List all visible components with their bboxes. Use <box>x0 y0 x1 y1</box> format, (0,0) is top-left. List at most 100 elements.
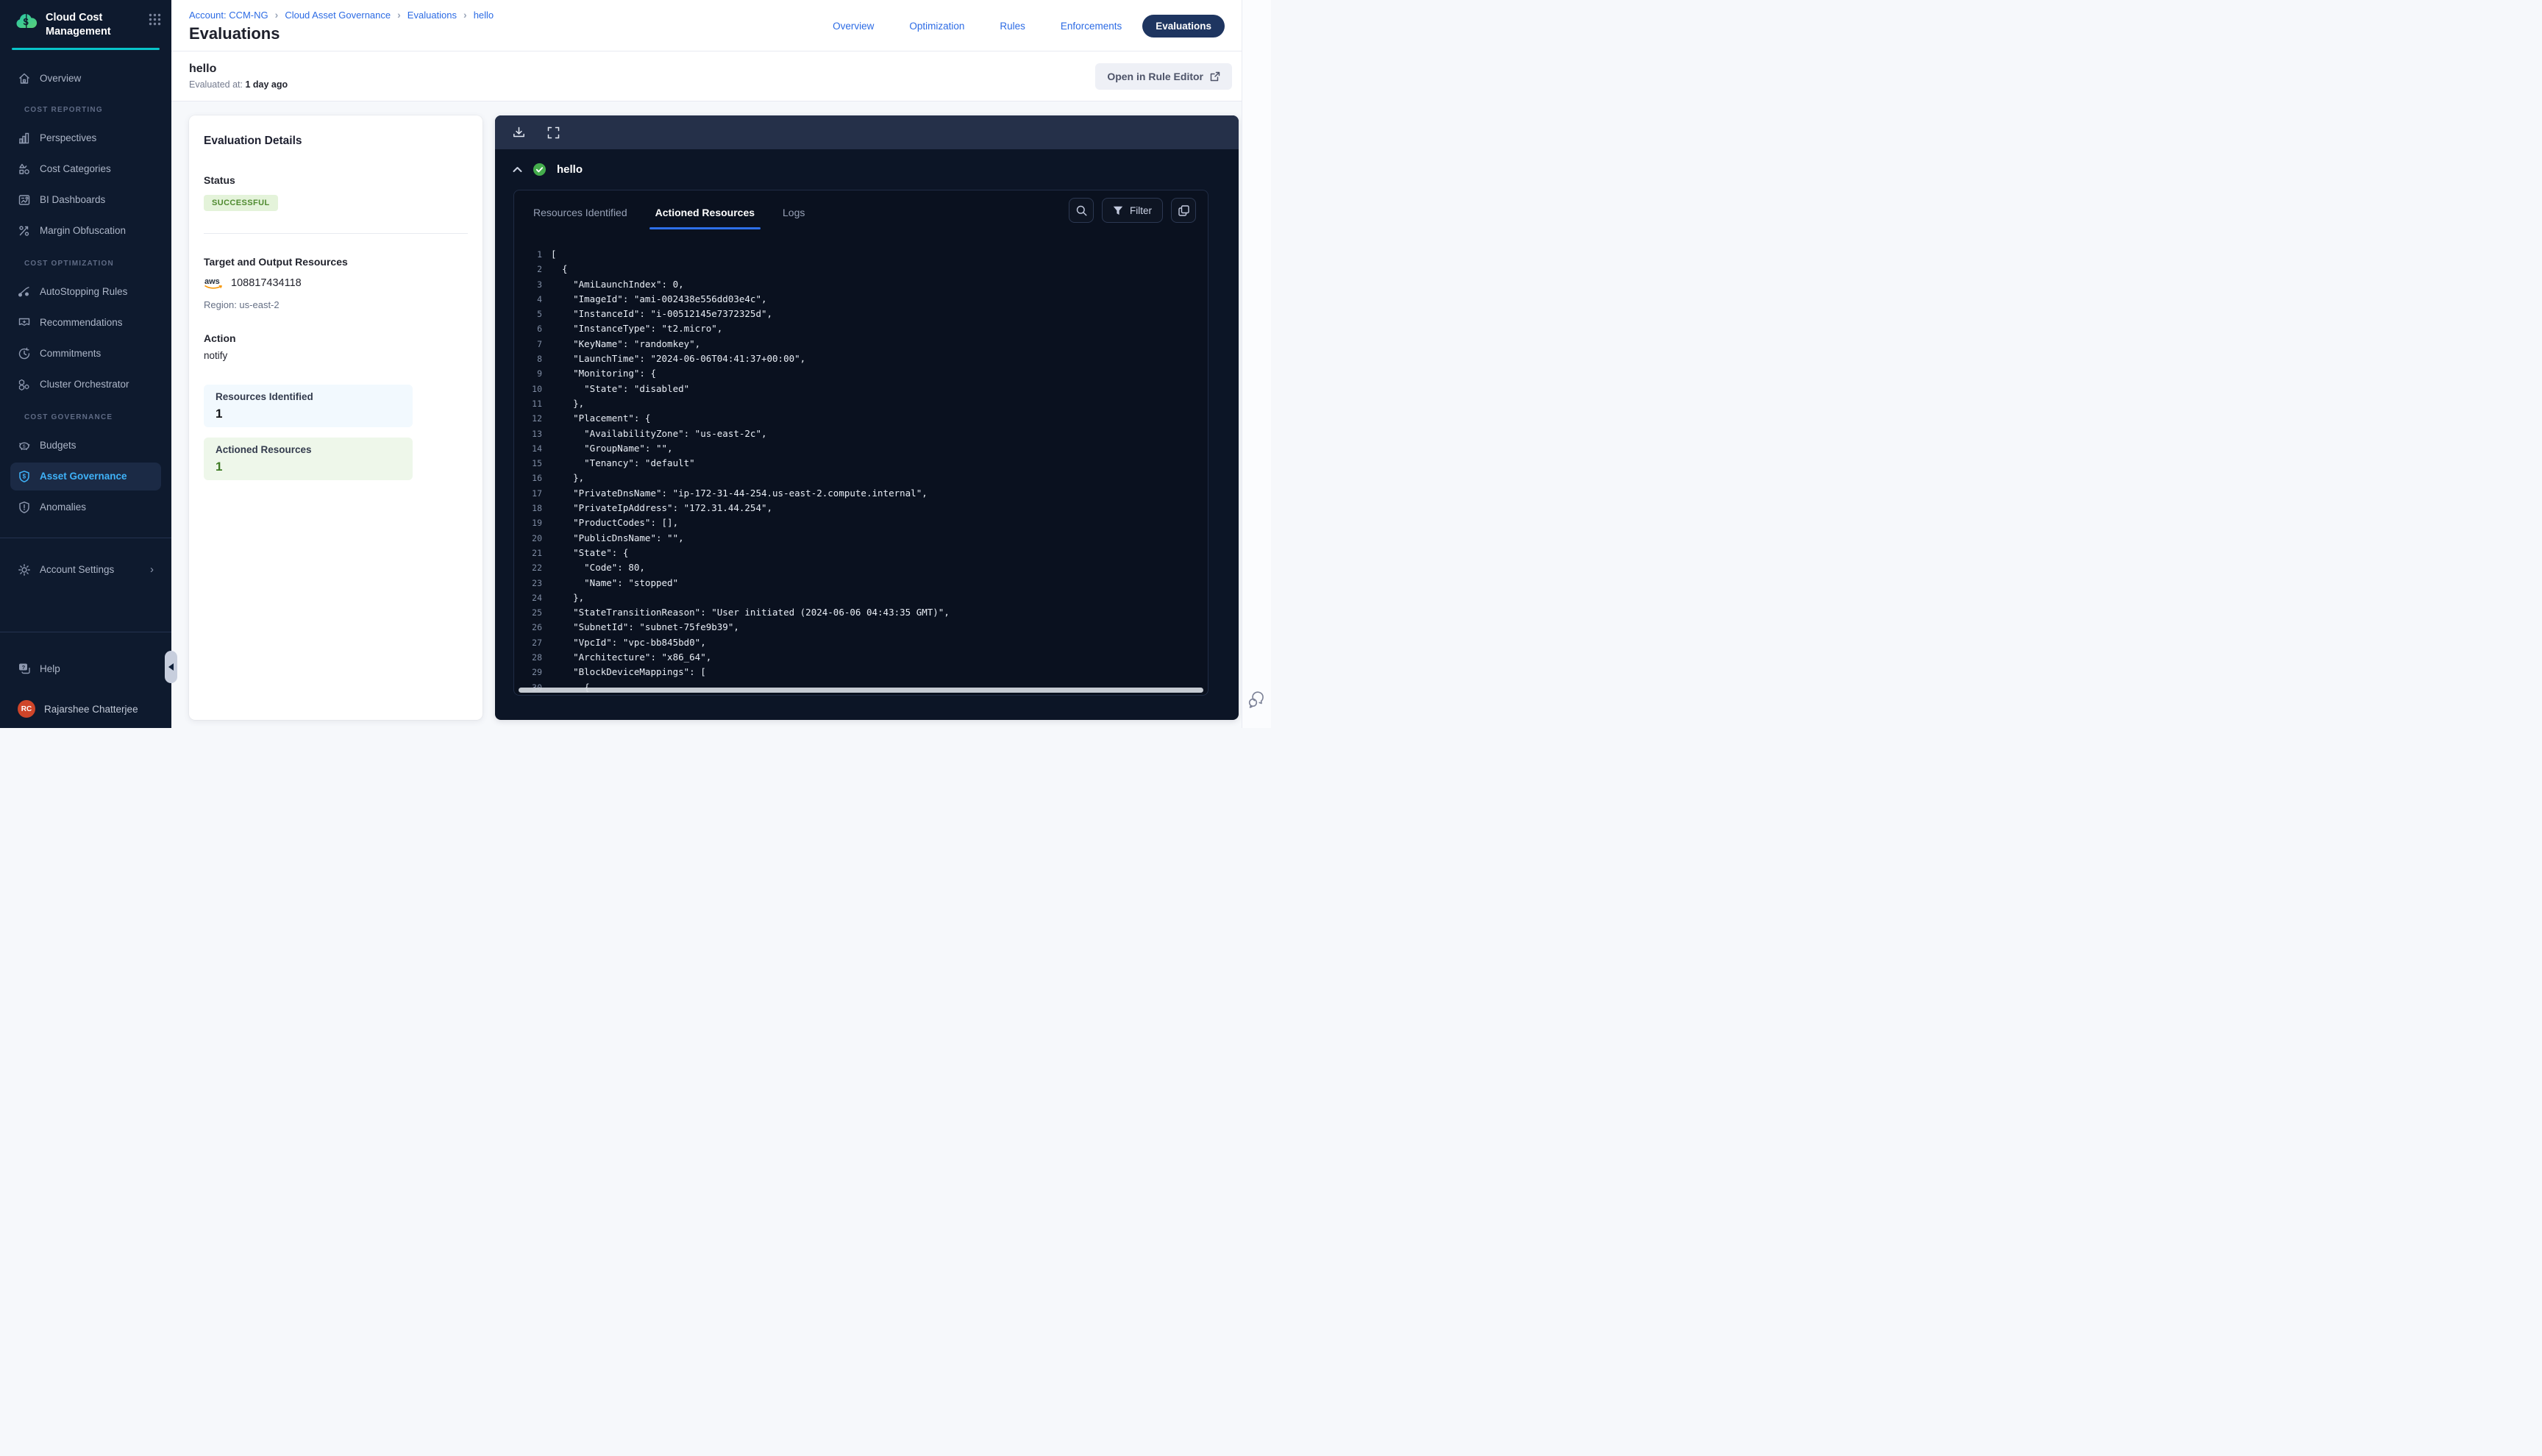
sidebar-section-cost-reporting: COST REPORTING <box>24 106 171 114</box>
sidebar-item-cost-categories[interactable]: Cost Categories <box>10 155 161 183</box>
sidebar-item-commitments[interactable]: Commitments <box>10 340 161 368</box>
code-line: 19 "ProductCodes": [], <box>514 515 1208 530</box>
code-text: "PrivateDnsName": "ip-172-31-44-254.us-e… <box>551 486 928 501</box>
copy-icon[interactable] <box>1171 198 1196 223</box>
user-menu[interactable]: RC Rajarshee Chatterjee <box>10 697 161 721</box>
code-line: 13 "AvailabilityZone": "us-east-2c", <box>514 427 1208 441</box>
sidebar-item-asset-governance[interactable]: $ Asset Governance <box>10 463 161 490</box>
horizontal-scrollbar[interactable] <box>519 688 1203 693</box>
sidebar-collapse-handle[interactable] <box>165 651 177 683</box>
collapse-arrow-icon <box>168 663 174 671</box>
dashboard-image-icon <box>18 193 31 207</box>
target-resource-row: aws 108817434118 <box>204 276 468 290</box>
line-number: 12 <box>514 411 551 426</box>
open-in-rule-editor-button[interactable]: Open in Rule Editor <box>1095 63 1232 90</box>
sidebar-item-perspectives[interactable]: Perspectives <box>10 124 161 152</box>
module-accent-rule <box>12 48 160 50</box>
code-line: 4 "ImageId": "ami-002438e556dd03e4c", <box>514 292 1208 307</box>
header-nav-tab[interactable]: Overview <box>833 21 874 32</box>
code-text: "Name": "stopped" <box>551 576 678 590</box>
code-line: 14 "GroupName": "", <box>514 441 1208 456</box>
header-nav-tab[interactable]: Enforcements <box>1061 21 1122 32</box>
code-text: "AmiLaunchIndex": 0, <box>551 277 684 292</box>
code-line: 9 "Monitoring": { <box>514 366 1208 381</box>
chevron-up-icon[interactable] <box>513 166 522 173</box>
sidebar-item-anomalies[interactable]: Anomalies <box>10 493 161 521</box>
sidebar-item-account-settings[interactable]: Account Settings › <box>10 556 161 584</box>
download-icon[interactable] <box>513 126 525 139</box>
cluster-hexagons-icon <box>18 378 31 391</box>
evaluation-row-name: hello <box>557 163 583 176</box>
viewer-tabs: Resources Identified Actioned Resources … <box>533 198 805 229</box>
line-number: 19 <box>514 515 551 530</box>
line-number: 6 <box>514 321 551 336</box>
svg-text:$: $ <box>23 473 26 479</box>
sidebar-item-label: Cluster Orchestrator <box>40 379 129 390</box>
code-line: 18 "PrivateIpAddress": "172.31.44.254", <box>514 501 1208 515</box>
header-nav: Overview Optimization Rules Enforcements… <box>833 0 1242 51</box>
code-text: }, <box>551 590 584 605</box>
sidebar-item-recommendations[interactable]: Recommendations <box>10 309 161 337</box>
sidebar-item-autostopping-rules[interactable]: AutoStopping Rules <box>10 278 161 306</box>
action-value: notify <box>204 350 468 361</box>
sidebar-item-label: Commitments <box>40 348 101 359</box>
sidebar-item-bi-dashboards[interactable]: BI Dashboards <box>10 186 161 214</box>
viewer-tab[interactable]: Resources Identified <box>533 198 627 229</box>
sidebar-item-margin-obfuscation[interactable]: Margin Obfuscation <box>10 217 161 245</box>
viewer-toolbar <box>495 115 1239 149</box>
code-editor[interactable]: 1 [ 2 { 3 "AmiLaunchIndex": 0, 4 "ImageI… <box>514 229 1208 695</box>
breadcrumb-link[interactable]: hello <box>474 10 494 21</box>
code-text: { <box>551 262 568 276</box>
code-line: 12 "Placement": { <box>514 411 1208 426</box>
line-number: 4 <box>514 292 551 307</box>
module-grid-icon[interactable] <box>149 13 161 26</box>
sidebar-item-budgets[interactable]: $ Budgets <box>10 432 161 460</box>
breadcrumb-link[interactable]: Account: CCM-NG <box>189 10 268 21</box>
code-text: }, <box>551 471 584 485</box>
sidebar-item-label: Margin Obfuscation <box>40 225 126 236</box>
viewer-tab[interactable]: Logs <box>783 198 805 229</box>
evaluation-name: hello <box>189 63 288 76</box>
sidebar-item-help[interactable]: ? Help <box>10 654 161 682</box>
code-text: "ImageId": "ami-002438e556dd03e4c", <box>551 292 767 307</box>
viewer-tab[interactable]: Actioned Resources <box>655 198 755 229</box>
search-icon[interactable] <box>1069 198 1094 223</box>
code-line: 2 { <box>514 262 1208 276</box>
code-text: "PublicDnsName": "", <box>551 531 684 546</box>
header-nav-tab[interactable]: Evaluations <box>1142 15 1225 38</box>
header-nav-tab[interactable]: Rules <box>1000 21 1025 32</box>
line-number: 8 <box>514 351 551 366</box>
evaluation-identity: hello Evaluated at: 1 day ago <box>189 63 288 90</box>
user-name: Rajarshee Chatterjee <box>44 704 138 715</box>
sidebar-section-cost-optimization: COST OPTIMIZATION <box>24 260 171 268</box>
support-chat-icon[interactable] <box>1247 691 1267 709</box>
line-number: 29 <box>514 665 551 679</box>
sidebar-section-cost-governance: COST GOVERNANCE <box>24 413 171 421</box>
line-number: 13 <box>514 427 551 441</box>
external-link-icon <box>1210 71 1220 82</box>
filter-label: Filter <box>1130 205 1152 216</box>
stat-value: 1 <box>216 407 401 421</box>
status-badge: SUCCESSFUL <box>204 195 278 211</box>
breadcrumb-separator-icon: › <box>397 9 401 21</box>
evaluation-details-card: Evaluation Details Status SUCCESSFUL Tar… <box>189 115 483 720</box>
line-number: 10 <box>514 382 551 396</box>
svg-text:$: $ <box>23 443 26 449</box>
details-heading: Evaluation Details <box>204 135 468 148</box>
right-utility-strip <box>1242 0 1271 728</box>
code-text: "BlockDeviceMappings": [ <box>551 665 706 679</box>
fullscreen-icon[interactable] <box>547 126 560 139</box>
breadcrumb-link[interactable]: Evaluations <box>407 10 457 21</box>
sidebar-item-overview[interactable]: Overview <box>10 65 161 93</box>
recommendations-icon <box>18 316 31 329</box>
sidebar-item-cluster-orchestrator[interactable]: Cluster Orchestrator <box>10 371 161 399</box>
line-number: 21 <box>514 546 551 560</box>
evaluated-at: Evaluated at: 1 day ago <box>189 79 288 90</box>
line-number: 14 <box>514 441 551 456</box>
code-line: 1 [ <box>514 247 1208 262</box>
header-nav-tab[interactable]: Optimization <box>909 21 964 32</box>
sidebar-nav: Overview COST REPORTING Perspectives Cos… <box>0 56 171 587</box>
breadcrumb-link[interactable]: Cloud Asset Governance <box>285 10 391 21</box>
account-id: 108817434118 <box>231 277 302 289</box>
filter-button[interactable]: Filter <box>1102 198 1163 223</box>
